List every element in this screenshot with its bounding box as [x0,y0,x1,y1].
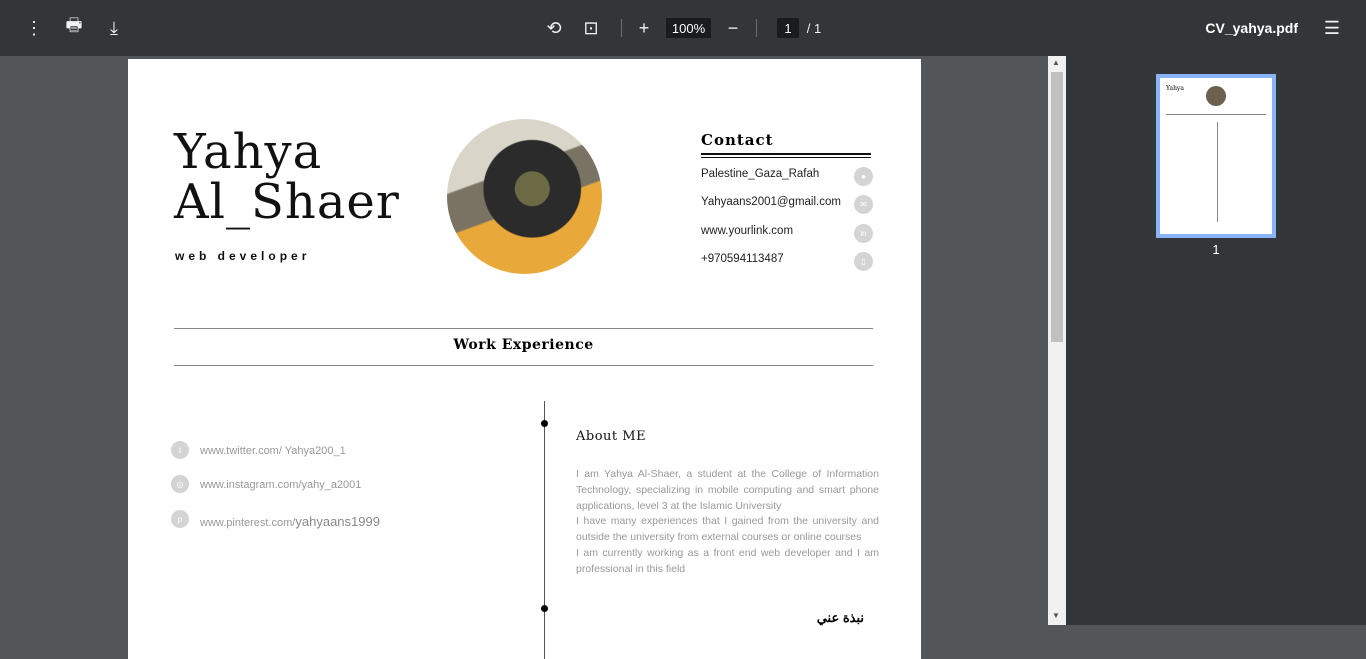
name-last: Al_Shaer [174,174,400,230]
pinterest-handle: yahyaans1999 [295,514,380,529]
print-icon[interactable]: 🖶 [62,15,86,40]
instagram-icon: ◎ [171,475,189,493]
scrollbar[interactable]: ▲ ▼ [1048,56,1066,625]
about-line: I am Yahya Al-Shaer, a student at the Co… [576,468,879,512]
arabic-heading: نبذة عني [816,610,864,625]
about-heading: About ME [576,429,647,444]
about-line: I have many experiences that I gained fr… [576,515,879,544]
social-pinterest[interactable]: www.pinterest.com/yahyaans1999 [200,514,380,529]
phone-icon: ▯ [854,252,873,271]
contact-heading: Contact [701,131,774,149]
pdf-toolbar: ⋮ 🖶 ⤓ ⟲ ⊡ + 100% − 1 / 1 CV_yahya.pdf ☰ [0,0,1366,56]
timeline-line [544,401,545,659]
cv-role: web developer [175,249,311,263]
page-thumbnail[interactable]: Yahya [1156,74,1276,238]
pdf-page: Yahya Al_Shaer web developer Contact Pale… [128,59,921,659]
about-line: I am currently working as a front end we… [576,546,879,575]
thumbnail-timeline [1217,122,1218,222]
scroll-up-icon[interactable]: ▲ [1052,58,1060,67]
thumbnail-sidebar: Yahya 1 [1066,56,1366,625]
timeline-dot [541,605,548,612]
social-instagram[interactable]: www.instagram.com/yahy_a2001 [200,479,361,491]
pinterest-prefix: www.pinterest.com/ [200,517,296,529]
social-twitter[interactable]: www.twitter.com/ Yahya200_1 [200,445,346,457]
document-title: CV_yahya.pdf [1205,20,1298,36]
page-number-input[interactable]: 1 [777,18,799,38]
divider [756,19,757,37]
zoom-input[interactable]: 100% [666,18,711,38]
more-options-icon[interactable]: ⋮ [22,16,46,40]
scrollbar-thumb[interactable] [1051,72,1063,342]
mail-icon: ✉ [854,195,873,214]
rotate-icon[interactable]: ⟲ [542,16,566,40]
about-text: I am Yahya Al-Shaer, a student at the Co… [576,467,879,578]
thumbnail-preview: Yahya [1166,86,1184,92]
zoom-in-icon[interactable]: + [632,16,656,40]
page-total: / 1 [806,20,822,36]
cv-name: Yahya Al_Shaer [174,127,400,227]
linkedin-icon: in [854,224,873,243]
menu-icon[interactable]: ☰ [1320,16,1344,40]
pinterest-icon: p [171,510,189,528]
document-viewer: Yahya Al_Shaer web developer Contact Pale… [0,56,1048,659]
download-icon[interactable]: ⤓ [102,16,126,40]
timeline-dot [541,420,548,427]
divider [174,365,873,366]
scroll-down-icon[interactable]: ▼ [1052,611,1060,620]
map-pin-icon: ● [854,167,873,186]
thumb-name: Yahya [1166,85,1184,92]
name-first: Yahya [174,124,323,180]
twitter-icon: t [171,441,189,459]
contact-phone: +970594113487 [701,253,784,265]
contact-location: Palestine_Gaza_Rafah [701,168,820,180]
zoom-out-icon[interactable]: − [721,16,745,40]
fit-page-icon[interactable]: ⊡ [579,16,603,40]
divider [621,19,622,37]
double-divider [701,153,871,158]
contact-link[interactable]: www.yourlink.com [701,225,793,237]
thumbnail-page-number: 1 [1212,242,1220,257]
work-experience-heading: Work Experience [453,337,594,353]
thumbnail-rule [1166,114,1266,115]
profile-photo [447,119,602,274]
divider [174,328,873,329]
thumbnail-photo [1206,86,1226,106]
contact-email[interactable]: Yahyaans2001@gmail.com [701,196,841,208]
